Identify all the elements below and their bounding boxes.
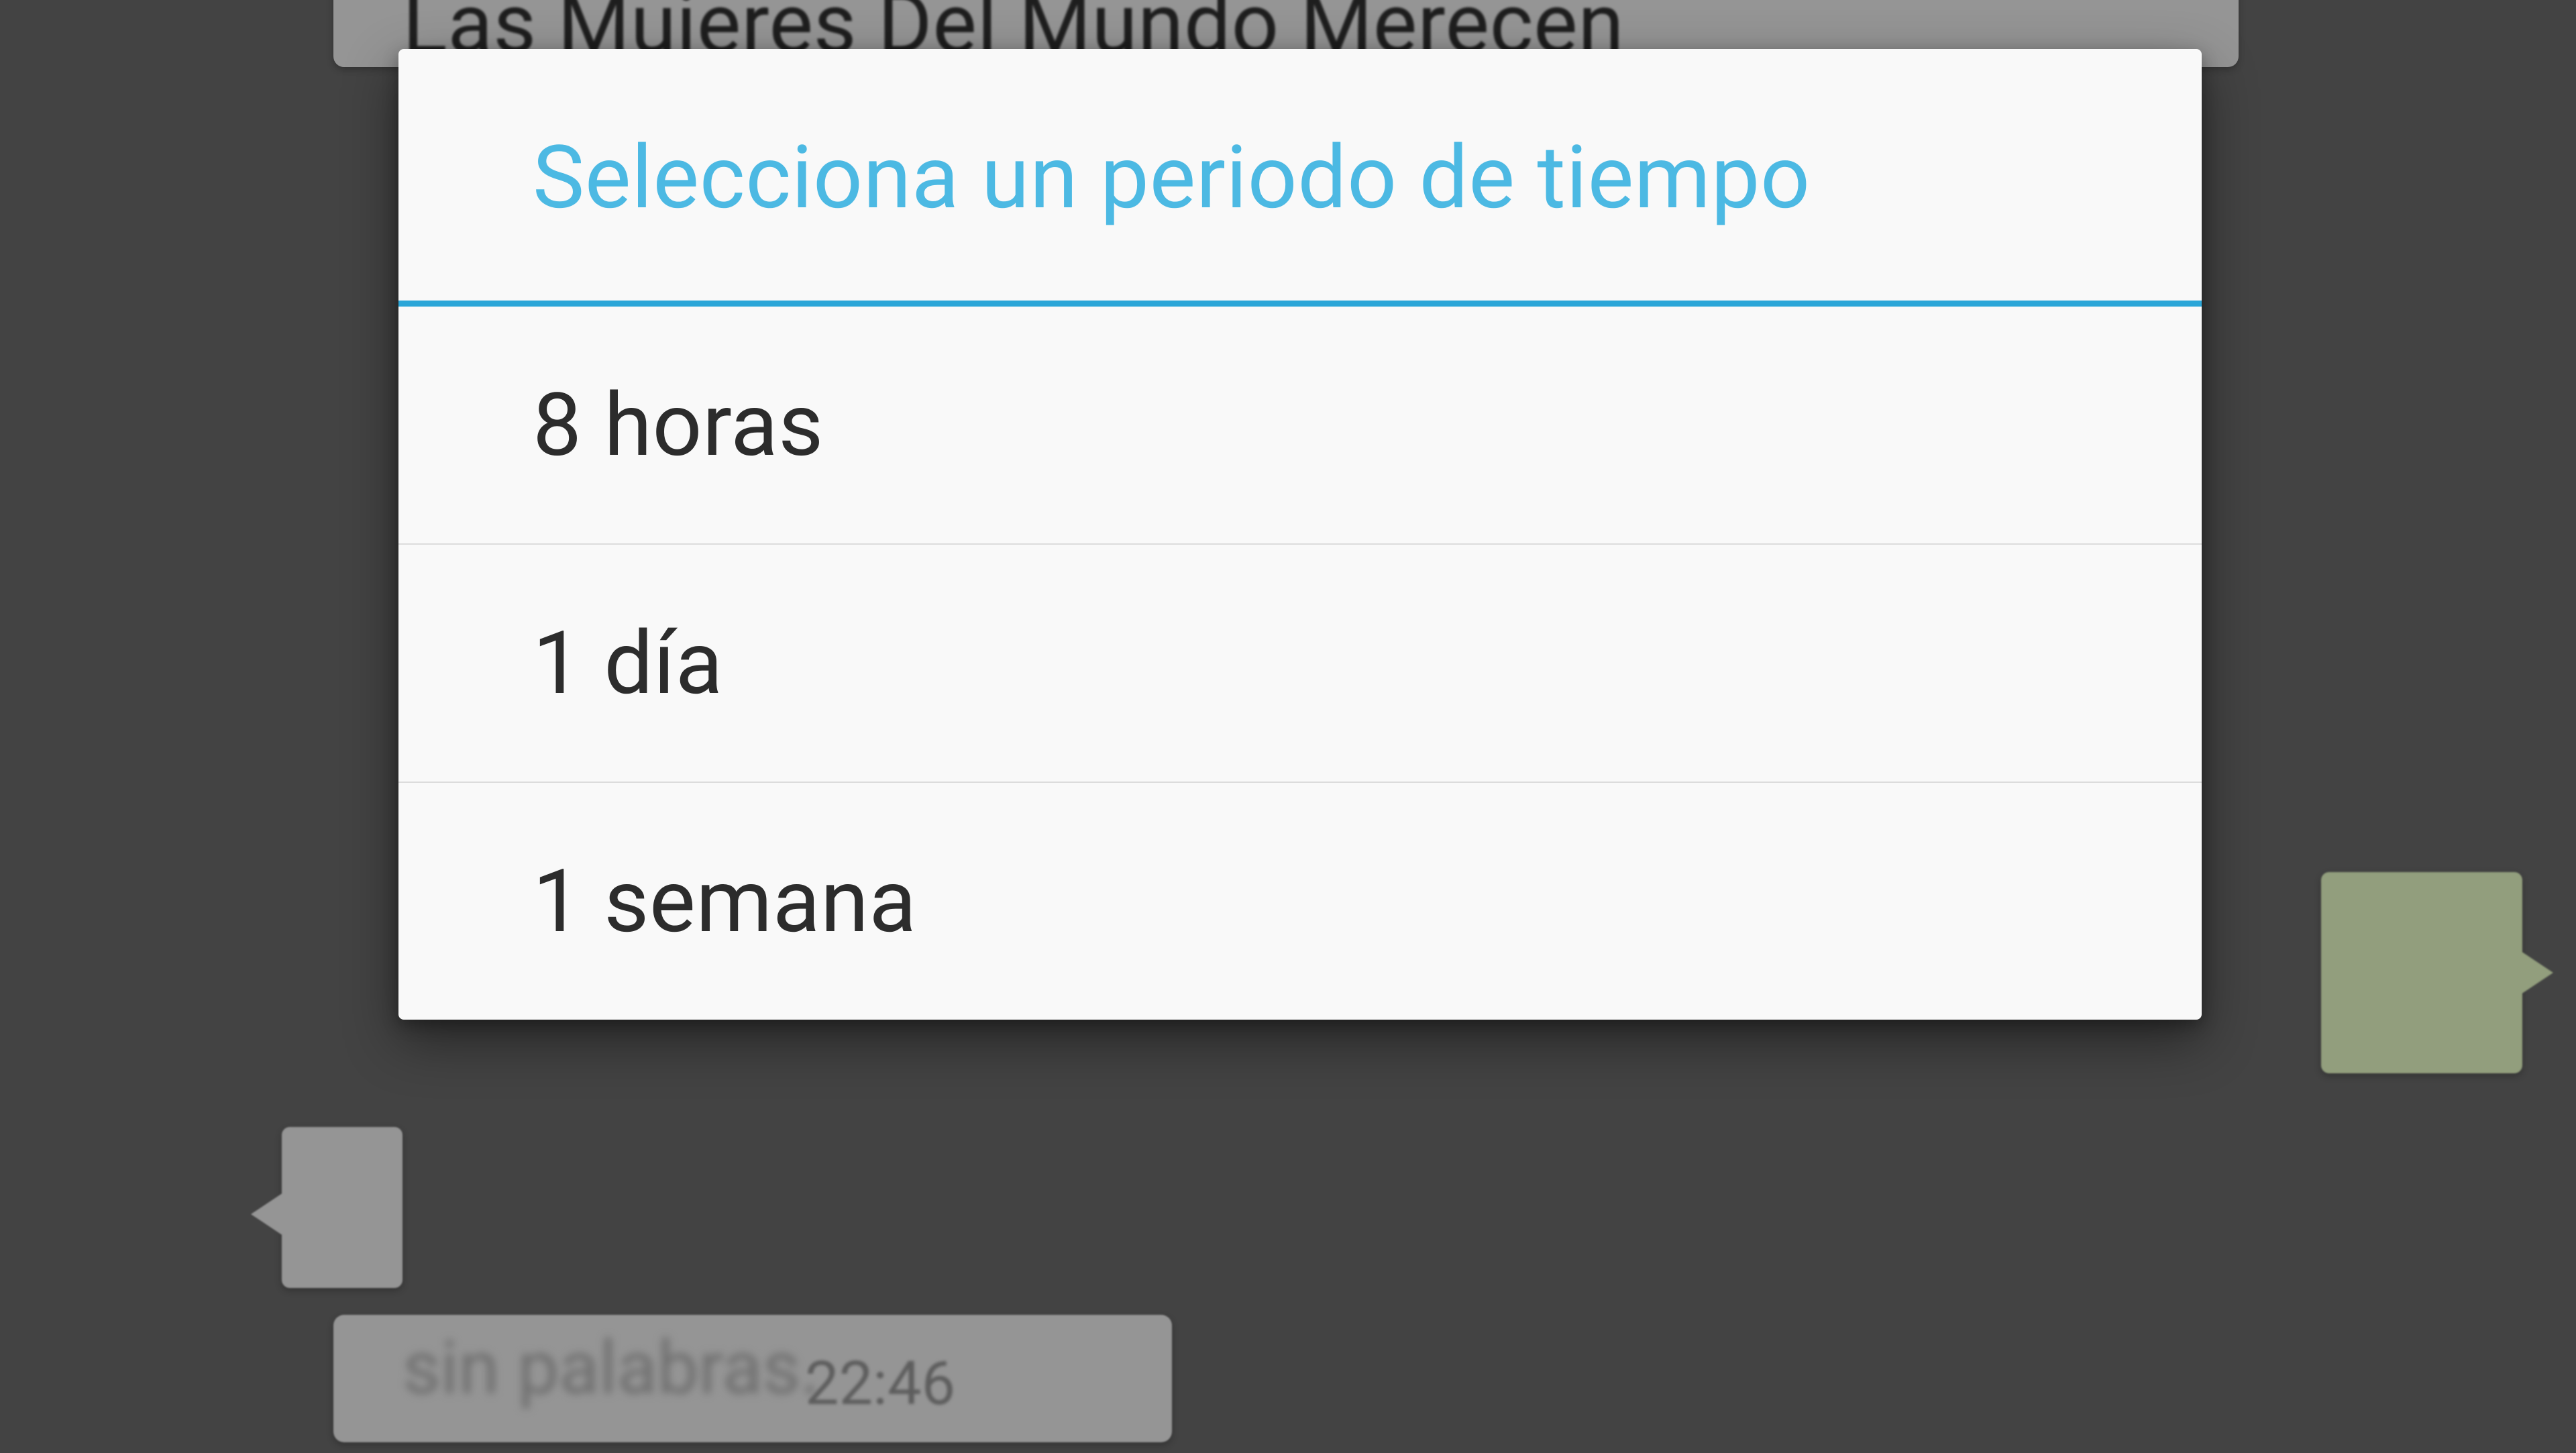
option-label: 1 semana (533, 850, 917, 953)
option-1-day[interactable]: 1 día (398, 545, 2202, 783)
dialog-title: Selecciona un periodo de tiempo (398, 49, 2202, 301)
option-8-hours[interactable]: 8 horas (398, 307, 2202, 545)
app-stage: Las Mujeres Del Mundo Merecen sin palabr… (0, 0, 2576, 1453)
option-label: 8 horas (533, 374, 824, 476)
time-period-dialog: Selecciona un periodo de tiempo 8 horas … (398, 49, 2202, 1020)
dialog-title-divider (398, 301, 2202, 307)
option-1-week[interactable]: 1 semana (398, 783, 2202, 1020)
option-label: 1 día (533, 612, 723, 714)
